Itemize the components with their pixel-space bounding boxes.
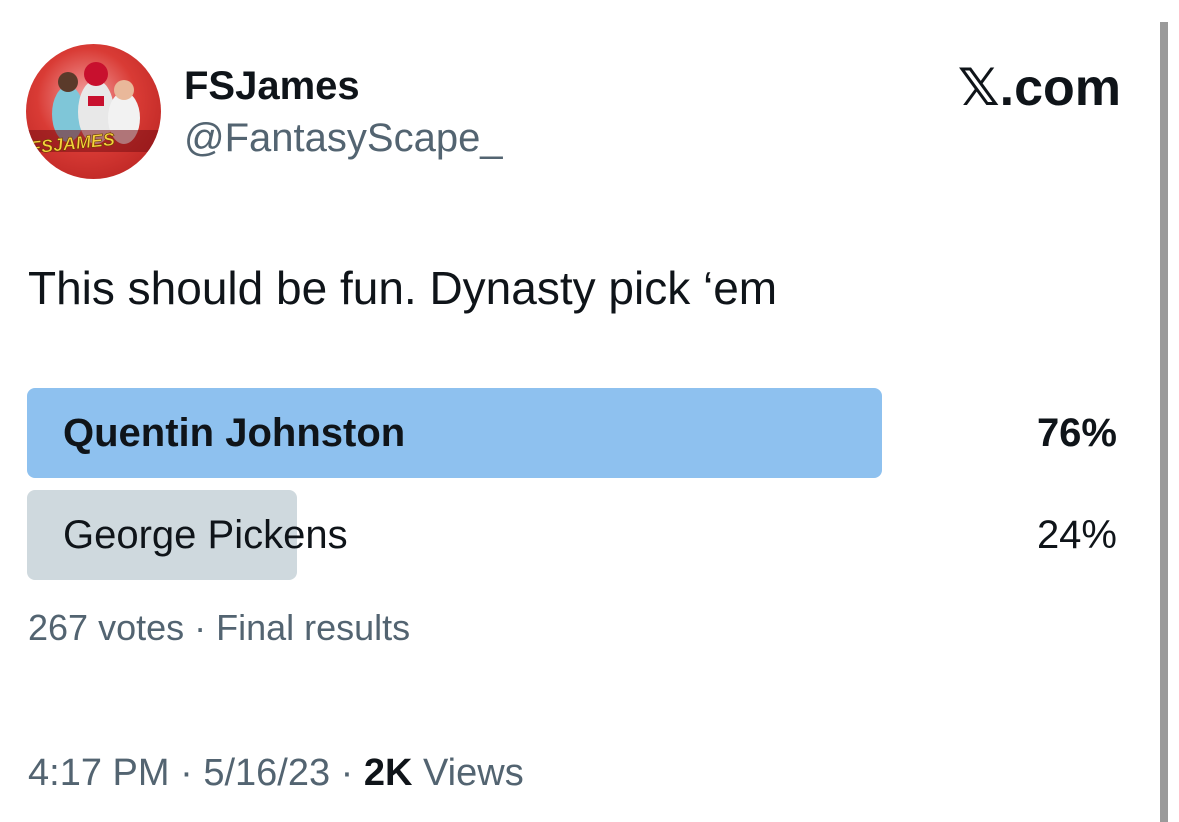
- poll-option-percent: 24%: [1036, 513, 1117, 557]
- author-display-name[interactable]: FSJames: [184, 62, 360, 110]
- tweet-time[interactable]: 4:17 PM: [28, 752, 170, 794]
- meta-separator: ·: [169, 752, 204, 794]
- profile-avatar[interactable]: FSJAMES: [26, 44, 161, 179]
- poll-option: Quentin Johnston 76%: [27, 388, 1117, 478]
- tweet-meta: 4:17 PM · 5/16/23 · 2K Views: [28, 750, 524, 796]
- views-label: Views: [412, 752, 524, 794]
- x-brand-logo: 𝕏.com: [957, 59, 1121, 117]
- views-count: 2K: [363, 752, 413, 794]
- tweet-date[interactable]: 5/16/23: [203, 752, 330, 794]
- poll-option: George Pickens 24%: [27, 490, 1117, 580]
- tweet-text: This should be fun. Dynasty pick ‘em: [28, 262, 778, 314]
- poll-option-percent: 76%: [1036, 411, 1117, 455]
- poll-option-label: Quentin Johnston: [63, 411, 406, 455]
- meta-separator: ·: [330, 752, 364, 794]
- author-handle[interactable]: @FantasyScape_: [184, 114, 503, 162]
- avatar-artwork: FSJAMES: [26, 62, 161, 158]
- poll-option-label: George Pickens: [63, 513, 348, 557]
- scrollbar[interactable]: [1160, 22, 1168, 822]
- poll-summary: 267 votes · Final results: [28, 607, 411, 648]
